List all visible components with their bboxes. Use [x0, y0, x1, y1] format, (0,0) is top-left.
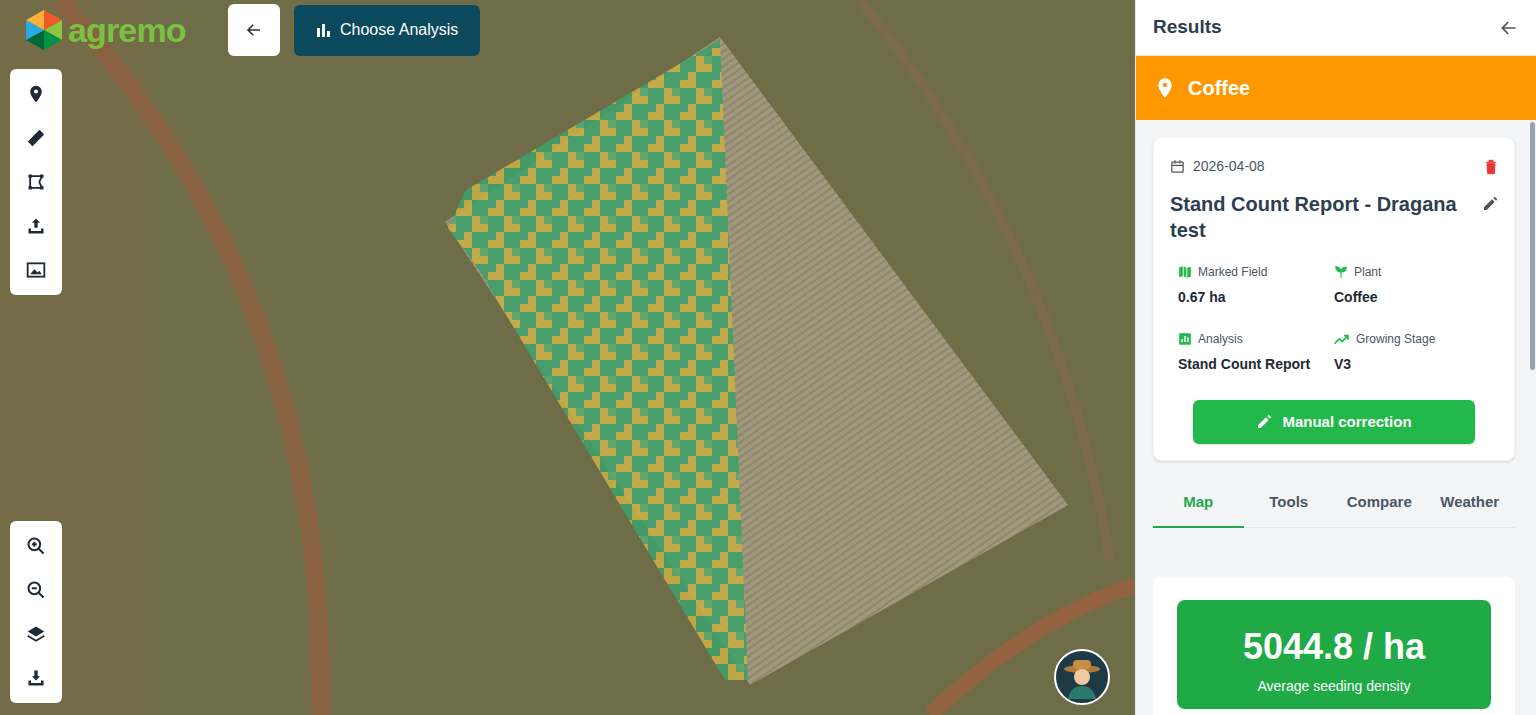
field-label-row: Analysis [1178, 330, 1334, 348]
manual-correction-label: Manual correction [1282, 411, 1411, 434]
back-button[interactable] [228, 4, 280, 56]
pencil-icon [1256, 414, 1272, 430]
results-tab[interactable]: Tools [1244, 478, 1335, 528]
results-tab[interactable]: Map [1153, 478, 1244, 528]
report-field: Marked Field 0.67 ha [1178, 263, 1334, 308]
upload-icon[interactable] [26, 216, 46, 236]
density-label: Average seeding density [1257, 676, 1410, 697]
results-panel: Results Coffee 2026-04-08 Stand Count Re… [1135, 0, 1536, 715]
field-label: Growing Stage [1356, 330, 1435, 348]
report-fields: Marked Field 0.67 ha Plant Coffee Analysis St… [1170, 263, 1498, 375]
results-tabs: MapToolsCompareWeather [1153, 478, 1515, 528]
report-field: Plant Coffee [1334, 263, 1490, 308]
chart-icon [1178, 332, 1192, 346]
scrollbar[interactable] [1530, 122, 1535, 370]
arrow-left-icon [245, 21, 263, 39]
field-label-row: Marked Field [1178, 263, 1334, 281]
density-box: 5044.8 / ha Average seeding density [1177, 600, 1491, 709]
polygon-icon[interactable] [26, 172, 46, 192]
calendar-icon [1170, 159, 1185, 174]
manual-correction-button[interactable]: Manual correction [1193, 400, 1475, 444]
field-label: Plant [1354, 263, 1381, 281]
report-title-row: Stand Count Report - Dragana test [1170, 191, 1498, 243]
field-label: Marked Field [1198, 263, 1267, 281]
choose-analysis-button[interactable]: Choose Analysis [294, 5, 480, 56]
results-tab[interactable]: Compare [1334, 478, 1425, 528]
summary-card: 5044.8 / ha Average seeding density [1153, 577, 1515, 715]
field-label: Analysis [1198, 330, 1243, 348]
crop-banner: Coffee [1136, 56, 1536, 120]
plant-icon [1334, 265, 1348, 279]
results-header: Results [1136, 0, 1536, 56]
download-icon[interactable] [26, 668, 46, 688]
zoom-in-icon[interactable] [26, 536, 46, 556]
farmer-icon [1060, 655, 1104, 699]
pencil-icon[interactable] [1482, 196, 1498, 212]
aerial-image [0, 0, 1135, 715]
app: agremo Choose Analysis [0, 0, 1536, 715]
map-icon [1178, 265, 1192, 279]
logo[interactable]: agremo [24, 9, 214, 51]
report-title: Stand Count Report - Dragana test [1170, 191, 1474, 243]
crop-name: Coffee [1188, 73, 1250, 103]
top-bar: agremo Choose Analysis [24, 4, 480, 56]
layers-icon[interactable] [26, 624, 46, 644]
results-tab[interactable]: Weather [1425, 478, 1516, 528]
field-value: 0.67 ha [1178, 287, 1334, 308]
logo-icon [24, 9, 64, 51]
map-tools [10, 69, 62, 295]
field-value: Coffee [1334, 287, 1490, 308]
field-label-row: Growing Stage [1334, 330, 1490, 348]
density-value: 5044.8 / ha [1243, 624, 1425, 670]
pin-icon[interactable] [26, 84, 46, 104]
zoom-tools [10, 521, 62, 703]
choose-analysis-label: Choose Analysis [340, 18, 458, 42]
report-date-row: 2026-04-08 [1170, 156, 1498, 177]
image-icon[interactable] [26, 260, 46, 280]
field-value: V3 [1334, 354, 1490, 375]
assistant-avatar[interactable] [1054, 649, 1110, 705]
results-title: Results [1153, 13, 1222, 42]
results-content: 2026-04-08 Stand Count Report - Dragana … [1136, 120, 1536, 715]
zoom-out-icon[interactable] [26, 580, 46, 600]
field-label-row: Plant [1334, 263, 1490, 281]
report-date: 2026-04-08 [1193, 156, 1265, 177]
trash-icon[interactable] [1484, 159, 1498, 175]
report-field: Analysis Stand Count Report [1178, 330, 1334, 375]
report-field: Growing Stage V3 [1334, 330, 1490, 375]
arrow-left-icon[interactable] [1499, 18, 1519, 38]
map[interactable]: agremo Choose Analysis [0, 0, 1135, 715]
pin-icon [1156, 77, 1174, 99]
field-value: Stand Count Report [1178, 354, 1334, 375]
ruler-icon[interactable] [26, 128, 46, 148]
report-card: 2026-04-08 Stand Count Report - Dragana … [1153, 137, 1515, 461]
logo-text: agremo [68, 13, 186, 47]
bar-chart-icon [316, 22, 332, 38]
trend-icon [1334, 332, 1350, 346]
